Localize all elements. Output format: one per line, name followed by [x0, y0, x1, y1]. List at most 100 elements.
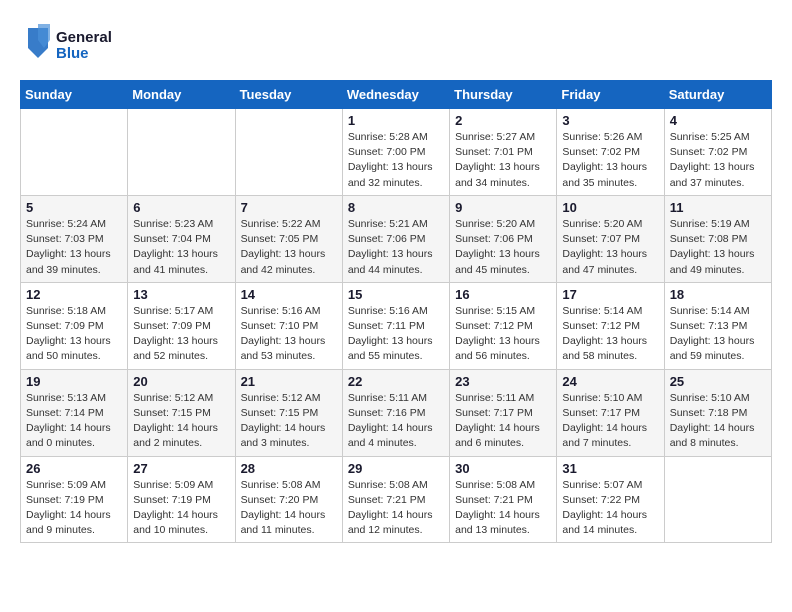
day-info: Sunrise: 5:26 AM Sunset: 7:02 PM Dayligh… [562, 130, 658, 191]
day-number: 19 [26, 374, 122, 389]
calendar-cell: 8 Sunrise: 5:21 AM Sunset: 7:06 PM Daylig… [342, 195, 449, 282]
day-number: 4 [670, 113, 766, 128]
calendar-cell: 23 Sunrise: 5:11 AM Sunset: 7:17 PM Dayli… [450, 369, 557, 456]
calendar-cell: 26 Sunrise: 5:09 AM Sunset: 7:19 PM Dayli… [21, 456, 128, 543]
calendar-cell: 20Sunrise: 5:12 AM Sunset: 7:15 PM Dayli… [128, 369, 235, 456]
calendar-cell: 28 Sunrise: 5:08 AM Sunset: 7:20 PM Dayli… [235, 456, 342, 543]
calendar-cell: 6 Sunrise: 5:23 AM Sunset: 7:04 PM Daylig… [128, 195, 235, 282]
calendar-cell: 22 Sunrise: 5:11 AM Sunset: 7:16 PM Dayli… [342, 369, 449, 456]
svg-text:General: General [56, 29, 112, 46]
day-number: 10 [562, 200, 658, 215]
day-number: 5 [26, 200, 122, 215]
day-info: Sunrise: 5:20 AM Sunset: 7:07 PM Dayligh… [562, 217, 658, 278]
page-header: General Blue [20, 20, 772, 70]
calendar-cell: 25 Sunrise: 5:10 AM Sunset: 7:18 PM Dayli… [664, 369, 771, 456]
weekday-header-sunday: Sunday [21, 81, 128, 109]
calendar-cell: 1 Sunrise: 5:28 AM Sunset: 7:00 PM Daylig… [342, 109, 449, 196]
day-info: Sunrise: 5:27 AM Sunset: 7:01 PM Dayligh… [455, 130, 551, 191]
day-info: Sunrise: 5:09 AM Sunset: 7:19 PM Dayligh… [133, 478, 229, 539]
day-number: 7 [241, 200, 337, 215]
calendar-cell: 21 Sunrise: 5:12 AM Sunset: 7:15 PM Dayli… [235, 369, 342, 456]
calendar-cell: 2Sunrise: 5:27 AM Sunset: 7:01 PM Daylig… [450, 109, 557, 196]
weekday-header-saturday: Saturday [664, 81, 771, 109]
logo: General Blue [20, 20, 130, 70]
day-info: Sunrise: 5:28 AM Sunset: 7:00 PM Dayligh… [348, 130, 444, 191]
calendar-cell: 11 Sunrise: 5:19 AM Sunset: 7:08 PM Dayli… [664, 195, 771, 282]
calendar-cell: 9 Sunrise: 5:20 AM Sunset: 7:06 PM Daylig… [450, 195, 557, 282]
calendar-cell: 3 Sunrise: 5:26 AM Sunset: 7:02 PM Daylig… [557, 109, 664, 196]
calendar-cell: 7 Sunrise: 5:22 AM Sunset: 7:05 PM Daylig… [235, 195, 342, 282]
calendar-cell [128, 109, 235, 196]
day-number: 15 [348, 287, 444, 302]
day-info: Sunrise: 5:18 AM Sunset: 7:09 PM Dayligh… [26, 304, 122, 365]
calendar-cell: 12 Sunrise: 5:18 AM Sunset: 7:09 PM Dayli… [21, 282, 128, 369]
day-info: Sunrise: 5:08 AM Sunset: 7:20 PM Dayligh… [241, 478, 337, 539]
day-info: Sunrise: 5:17 AM Sunset: 7:09 PM Dayligh… [133, 304, 229, 365]
day-number: 21 [241, 374, 337, 389]
weekday-header-thursday: Thursday [450, 81, 557, 109]
day-number: 31 [562, 461, 658, 476]
day-number: 6 [133, 200, 229, 215]
day-number: 27 [133, 461, 229, 476]
day-info: Sunrise: 5:11 AM Sunset: 7:17 PM Dayligh… [455, 391, 551, 452]
day-number: 17 [562, 287, 658, 302]
day-number: 30 [455, 461, 551, 476]
day-number: 9 [455, 200, 551, 215]
calendar-cell: 31Sunrise: 5:07 AM Sunset: 7:22 PM Dayli… [557, 456, 664, 543]
day-info: Sunrise: 5:14 AM Sunset: 7:12 PM Dayligh… [562, 304, 658, 365]
calendar-cell: 14 Sunrise: 5:16 AM Sunset: 7:10 PM Dayli… [235, 282, 342, 369]
day-number: 25 [670, 374, 766, 389]
day-number: 24 [562, 374, 658, 389]
day-info: Sunrise: 5:11 AM Sunset: 7:16 PM Dayligh… [348, 391, 444, 452]
day-info: Sunrise: 5:16 AM Sunset: 7:10 PM Dayligh… [241, 304, 337, 365]
calendar-cell: 10 Sunrise: 5:20 AM Sunset: 7:07 PM Dayli… [557, 195, 664, 282]
day-number: 14 [241, 287, 337, 302]
day-number: 23 [455, 374, 551, 389]
calendar-cell: 13 Sunrise: 5:17 AM Sunset: 7:09 PM Dayli… [128, 282, 235, 369]
calendar-table: SundayMondayTuesdayWednesdayThursdayFrid… [20, 80, 772, 543]
day-info: Sunrise: 5:10 AM Sunset: 7:17 PM Dayligh… [562, 391, 658, 452]
day-number: 16 [455, 287, 551, 302]
calendar-cell [21, 109, 128, 196]
day-number: 12 [26, 287, 122, 302]
day-info: Sunrise: 5:22 AM Sunset: 7:05 PM Dayligh… [241, 217, 337, 278]
weekday-header-monday: Monday [128, 81, 235, 109]
day-info: Sunrise: 5:25 AM Sunset: 7:02 PM Dayligh… [670, 130, 766, 191]
calendar-cell: 17 Sunrise: 5:14 AM Sunset: 7:12 PM Dayli… [557, 282, 664, 369]
day-info: Sunrise: 5:15 AM Sunset: 7:12 PM Dayligh… [455, 304, 551, 365]
weekday-header-tuesday: Tuesday [235, 81, 342, 109]
day-info: Sunrise: 5:23 AM Sunset: 7:04 PM Dayligh… [133, 217, 229, 278]
day-info: Sunrise: 5:10 AM Sunset: 7:18 PM Dayligh… [670, 391, 766, 452]
logo-svg: General Blue [20, 20, 130, 70]
calendar-cell: 29 Sunrise: 5:08 AM Sunset: 7:21 PM Dayli… [342, 456, 449, 543]
day-number: 22 [348, 374, 444, 389]
calendar-cell [235, 109, 342, 196]
day-number: 1 [348, 113, 444, 128]
day-number: 11 [670, 200, 766, 215]
calendar-cell: 4 Sunrise: 5:25 AM Sunset: 7:02 PM Daylig… [664, 109, 771, 196]
weekday-header-friday: Friday [557, 81, 664, 109]
day-number: 29 [348, 461, 444, 476]
calendar-cell: 30 Sunrise: 5:08 AM Sunset: 7:21 PM Dayli… [450, 456, 557, 543]
day-info: Sunrise: 5:21 AM Sunset: 7:06 PM Dayligh… [348, 217, 444, 278]
day-number: 18 [670, 287, 766, 302]
day-number: 26 [26, 461, 122, 476]
calendar-cell [664, 456, 771, 543]
day-info: Sunrise: 5:09 AM Sunset: 7:19 PM Dayligh… [26, 478, 122, 539]
day-info: Sunrise: 5:12 AM Sunset: 7:15 PM Dayligh… [133, 391, 229, 452]
day-number: 3 [562, 113, 658, 128]
day-number: 13 [133, 287, 229, 302]
day-info: Sunrise: 5:14 AM Sunset: 7:13 PM Dayligh… [670, 304, 766, 365]
day-number: 28 [241, 461, 337, 476]
day-info: Sunrise: 5:12 AM Sunset: 7:15 PM Dayligh… [241, 391, 337, 452]
calendar-cell: 16 Sunrise: 5:15 AM Sunset: 7:12 PM Dayli… [450, 282, 557, 369]
day-info: Sunrise: 5:08 AM Sunset: 7:21 PM Dayligh… [455, 478, 551, 539]
day-info: Sunrise: 5:19 AM Sunset: 7:08 PM Dayligh… [670, 217, 766, 278]
day-number: 8 [348, 200, 444, 215]
calendar-cell: 18 Sunrise: 5:14 AM Sunset: 7:13 PM Dayli… [664, 282, 771, 369]
day-info: Sunrise: 5:08 AM Sunset: 7:21 PM Dayligh… [348, 478, 444, 539]
day-info: Sunrise: 5:20 AM Sunset: 7:06 PM Dayligh… [455, 217, 551, 278]
svg-text:Blue: Blue [56, 45, 89, 62]
calendar-cell: 15Sunrise: 5:16 AM Sunset: 7:11 PM Dayli… [342, 282, 449, 369]
calendar-cell: 24 Sunrise: 5:10 AM Sunset: 7:17 PM Dayli… [557, 369, 664, 456]
